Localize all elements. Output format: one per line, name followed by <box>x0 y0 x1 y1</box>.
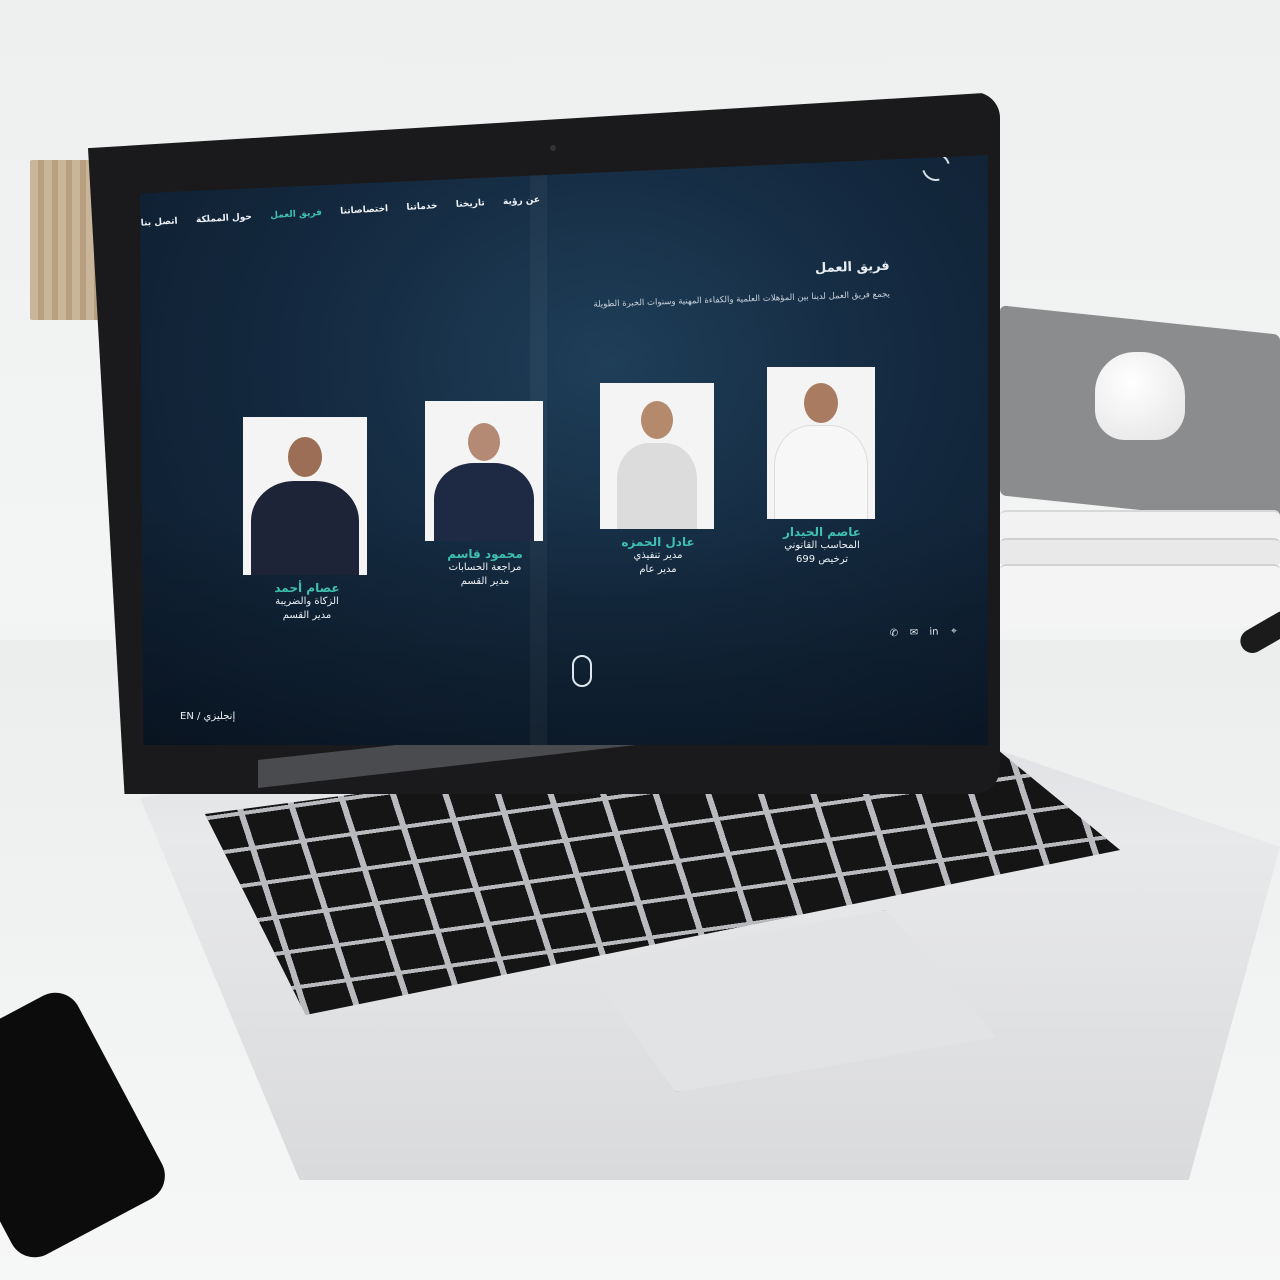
webcam-icon <box>550 145 556 151</box>
team-name: عادل الحمزه <box>621 535 695 549</box>
team-role: مدير تنفيذي <box>633 550 683 561</box>
nav-team[interactable]: فريق العمل <box>270 208 322 221</box>
social-links: ✆ ✉ in ⌖ <box>888 626 960 641</box>
team-photo <box>600 383 714 529</box>
team-name: عاصم الحيدار <box>782 525 861 539</box>
nav-about-kingdom[interactable]: حول المملكة <box>196 212 252 225</box>
wooden-frame <box>30 160 100 320</box>
team-role: المحاسب القانوني <box>784 540 860 551</box>
linkedin-icon[interactable]: in <box>928 626 940 638</box>
team-role: مدير القسم <box>282 610 332 621</box>
nav-history[interactable]: تاريخنا <box>456 198 485 210</box>
team-role: مراجعة الحسابات <box>448 562 522 573</box>
team-role: الزكاة والضريبة <box>275 596 339 607</box>
main-navigation: عن رؤية تاريخنا خدماتنا اختصاصاتنا فريق … <box>140 195 540 229</box>
email-icon[interactable]: ✉ <box>908 627 920 639</box>
team-name: محمود قاسم <box>447 547 523 561</box>
team-card[interactable]: عاصم الحيدار المحاسب القانوني ترخيص 699 <box>767 367 877 567</box>
team-card[interactable]: عصام أحمد الزكاة والضريبة مدير القسم <box>243 417 371 623</box>
team-role: مدير القسم <box>460 576 510 587</box>
nav-services[interactable]: خدماتنا <box>406 201 438 213</box>
team-photo <box>767 367 875 519</box>
team-card[interactable]: محمود قاسم مراجعة الحسابات مدير القسم <box>425 401 545 589</box>
language-switcher[interactable]: EN / إنجليزي <box>180 711 235 722</box>
whatsapp-icon[interactable]: ✆ <box>888 628 900 640</box>
nav-contact[interactable]: اتصل بنا <box>140 217 177 229</box>
team-photo <box>243 417 367 575</box>
brand-logo-icon[interactable] <box>916 155 956 187</box>
team-name: عصام أحمد <box>274 581 340 595</box>
nav-specialties[interactable]: اختصاصاتنا <box>340 204 389 217</box>
team-role: مدير عام <box>639 564 677 575</box>
section-description: يجمع فريق العمل لدينا بين المؤهلات العلم… <box>593 289 891 310</box>
earbuds-case <box>1095 352 1185 440</box>
scroll-indicator-icon[interactable] <box>572 655 592 687</box>
team-card[interactable]: عادل الحمزه مدير تنفيذي مدير عام <box>600 383 716 577</box>
section-title: فريق العمل <box>815 258 891 277</box>
laptop-screen: عن رؤية تاريخنا خدماتنا اختصاصاتنا فريق … <box>140 155 988 745</box>
location-icon[interactable]: ⌖ <box>948 626 960 638</box>
team-role: ترخيص 699 <box>795 554 849 565</box>
nav-about[interactable]: عن رؤية <box>503 195 541 207</box>
team-photo <box>425 401 543 541</box>
